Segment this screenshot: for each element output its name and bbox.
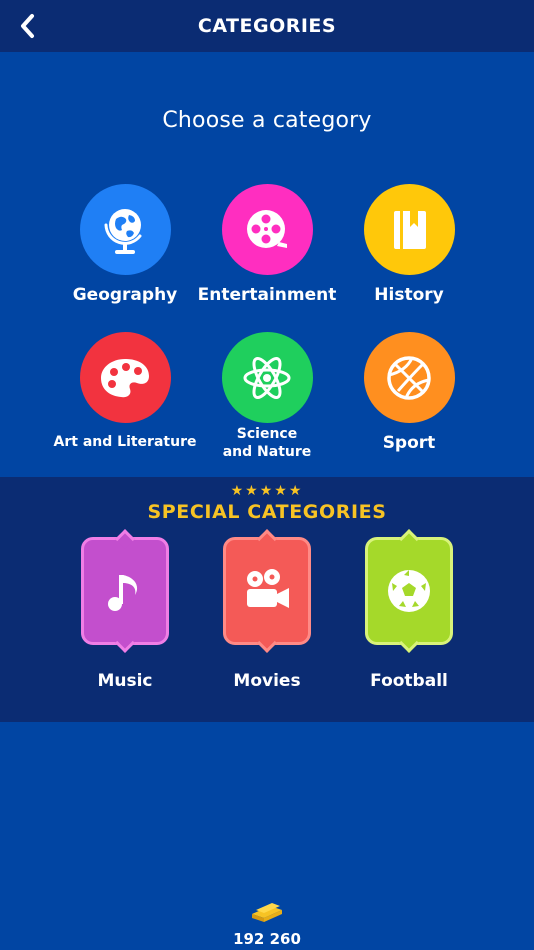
movies-card — [223, 529, 311, 653]
music-card — [81, 529, 169, 653]
coin-balance: 192 260 — [0, 900, 534, 948]
category-label: Sport — [382, 433, 436, 453]
category-geography[interactable]: Geography — [50, 184, 200, 305]
book-icon — [394, 210, 426, 249]
globe-icon — [104, 208, 142, 254]
special-category-label: Football — [370, 671, 448, 691]
history-circle — [363, 184, 455, 275]
sport-circle — [363, 332, 455, 423]
chevron-left-icon — [21, 14, 34, 38]
category-history[interactable]: History — [334, 184, 484, 305]
movie-camera-icon — [247, 569, 289, 608]
category-label-line2: and Nature — [222, 444, 312, 460]
geography-circle — [79, 184, 171, 275]
category-sport[interactable]: Sport — [334, 332, 484, 453]
atom-icon — [243, 356, 291, 399]
film-reel-icon — [247, 209, 287, 248]
category-label: History — [374, 285, 444, 305]
music-note-icon — [108, 575, 138, 611]
special-categories-section: ★★★★★ SPECIAL CATEGORIES Music Movies Fo… — [0, 477, 534, 722]
special-category-label: Music — [97, 671, 153, 691]
category-entertainment[interactable]: Entertainment — [192, 184, 342, 305]
science-circle — [221, 332, 313, 423]
special-category-movies[interactable]: Movies — [192, 529, 342, 691]
coin-count: 192 260 — [233, 930, 301, 948]
category-science-and-nature[interactable]: Science and Nature — [192, 332, 342, 461]
category-art-and-literature[interactable]: Art and Literature — [50, 332, 200, 451]
basketball-icon — [387, 355, 431, 400]
category-label: Art and Literature — [53, 434, 197, 450]
top-bar: CATEGORIES — [0, 0, 534, 52]
special-categories-title: SPECIAL CATEGORIES — [147, 501, 387, 523]
coin-stack-icon — [252, 903, 282, 922]
category-label: Entertainment — [197, 285, 337, 305]
category-label: Science and Nature — [192, 425, 342, 461]
special-category-music[interactable]: Music — [50, 529, 200, 691]
choose-category-heading: Choose a category — [162, 108, 372, 133]
category-label: Geography — [72, 285, 178, 305]
art-circle — [79, 332, 171, 423]
palette-icon — [101, 358, 149, 397]
special-category-football[interactable]: Football — [334, 529, 484, 691]
entertainment-circle — [221, 184, 313, 275]
special-category-label: Movies — [233, 671, 301, 691]
back-button[interactable] — [12, 10, 44, 42]
category-label-line1: Science — [236, 426, 298, 442]
stars-icon: ★★★★★ — [230, 483, 304, 499]
football-card — [365, 529, 453, 653]
page-title: CATEGORIES — [197, 15, 337, 37]
soccer-ball-icon — [388, 570, 430, 612]
